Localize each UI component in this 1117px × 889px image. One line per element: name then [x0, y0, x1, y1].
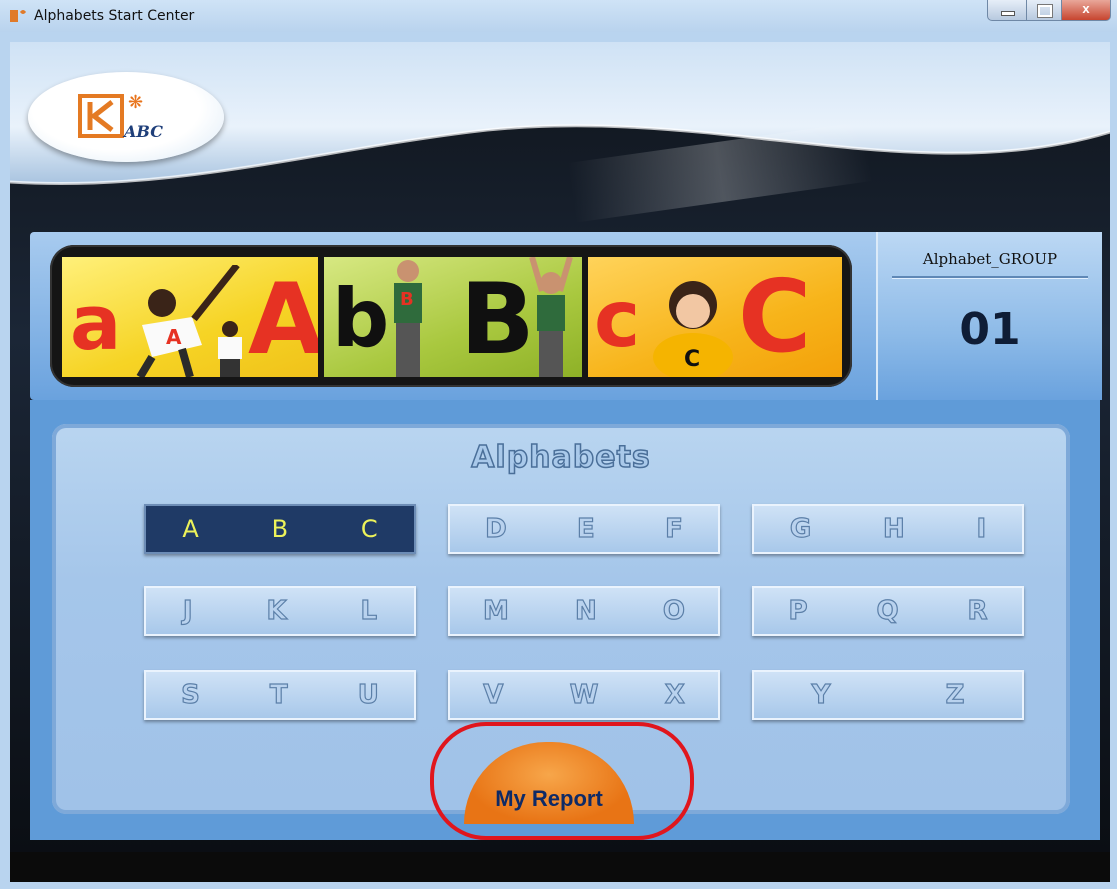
letter: B: [271, 515, 289, 543]
photo-strip: a A A b B B c C C: [50, 245, 852, 387]
letter: P: [788, 595, 808, 626]
letter: R: [967, 595, 988, 626]
window-controls: x: [987, 0, 1111, 22]
letter-group-def[interactable]: D E F: [448, 504, 720, 554]
section-title: Alphabets: [470, 439, 651, 476]
letter-group-ghi[interactable]: G H I: [752, 504, 1024, 554]
minimize-button[interactable]: [987, 0, 1027, 21]
letter: L: [360, 595, 378, 626]
report-highlight-ring: [430, 722, 694, 840]
butterfly-icon: ❋: [128, 92, 144, 112]
letter-group-jkl[interactable]: J K L: [144, 586, 416, 636]
letter: U: [357, 679, 379, 710]
letter: D: [485, 513, 508, 544]
app-icon: [10, 10, 26, 22]
close-icon: x: [1082, 1, 1090, 16]
letter: G: [789, 513, 812, 544]
banner-panel-c: c C C: [588, 257, 842, 377]
letter: T: [269, 679, 288, 710]
letter: Q: [876, 595, 899, 626]
logo-mark-icon: [78, 94, 124, 138]
letter-group-vwx[interactable]: V W X: [448, 670, 720, 720]
shirt-letter-a: A: [166, 325, 182, 349]
minimize-icon: [1001, 11, 1015, 16]
letter: Z: [945, 679, 965, 710]
letter: Y: [811, 679, 831, 710]
letter: V: [483, 679, 504, 710]
shirt-letter-c: C: [684, 347, 701, 372]
child-figure: [394, 260, 422, 377]
big-letter-a: A: [248, 263, 318, 377]
letter: X: [664, 679, 685, 710]
letter: A: [182, 515, 199, 543]
shirt-letter-b: B: [400, 289, 414, 310]
big-letter-c: C: [738, 258, 812, 375]
group-number: 01: [959, 304, 1021, 355]
letter-group-stu[interactable]: S T U: [144, 670, 416, 720]
app-logo: ❋ ABC: [28, 72, 224, 162]
logo-text: ABC: [124, 122, 163, 141]
small-letter-a: a: [70, 278, 122, 367]
letter: N: [574, 595, 597, 626]
window-titlebar: Alphabets Start Center x: [0, 0, 1117, 33]
small-letter-c: c: [594, 275, 641, 365]
letter-group-abc[interactable]: A B C: [144, 504, 416, 554]
letter: I: [976, 513, 987, 544]
bottom-band: [10, 852, 1110, 882]
child-figure-cheering: [529, 257, 573, 377]
letter: S: [180, 679, 200, 710]
close-button[interactable]: x: [1062, 0, 1111, 21]
group-label: Alphabet_GROUP: [922, 250, 1058, 268]
letter: W: [569, 679, 599, 710]
small-letter-b: b: [332, 272, 390, 365]
letter: C: [360, 515, 378, 543]
banner-panel-a: a A A: [62, 257, 318, 377]
child-figure-small: [218, 321, 242, 377]
letter: K: [266, 595, 287, 626]
maximize-button[interactable]: [1027, 0, 1062, 21]
letter: F: [664, 513, 683, 544]
letter-group-pqr[interactable]: P Q R: [752, 586, 1024, 636]
window-title: Alphabets Start Center: [34, 8, 195, 24]
alphabet-banner: a A A b B B c C C Alphabet_GROUP 01: [30, 232, 1102, 400]
letter: O: [662, 595, 685, 626]
letter-group-mno[interactable]: M N O: [448, 586, 720, 636]
letter: M: [482, 595, 509, 626]
letter: J: [182, 595, 193, 626]
letter: E: [576, 513, 595, 544]
letter-group-yz[interactable]: Y Z: [752, 670, 1024, 720]
group-indicator: Alphabet_GROUP 01: [876, 232, 1102, 400]
group-divider: [892, 276, 1088, 278]
banner-panel-b: b B B: [324, 257, 582, 377]
maximize-icon: [1038, 5, 1052, 17]
main-panel: Alphabets A B C D E F G H I J K L M N O …: [30, 400, 1100, 840]
letter: H: [882, 513, 905, 544]
alphabets-panel: Alphabets A B C D E F G H I J K L M N O …: [52, 424, 1070, 840]
